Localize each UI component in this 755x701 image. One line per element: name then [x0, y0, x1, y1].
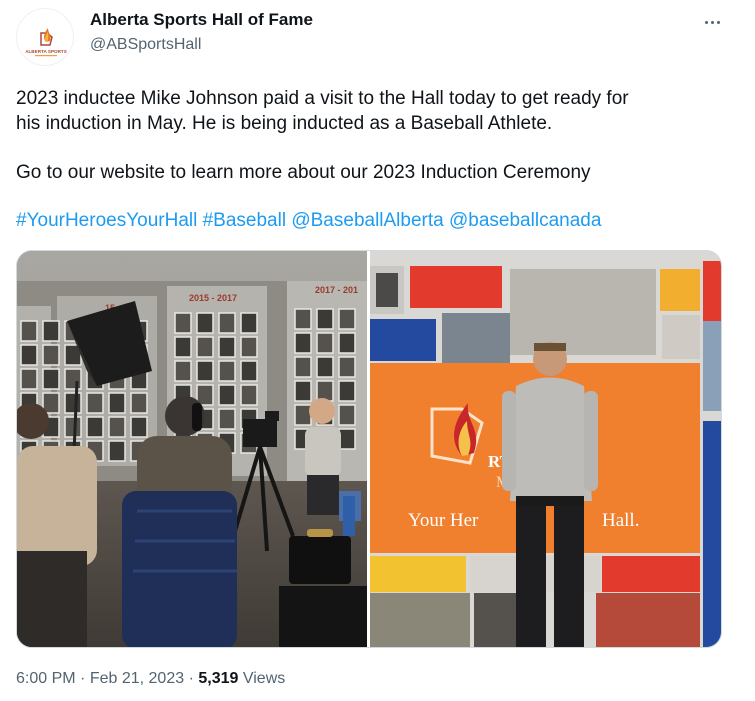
- portrait-frame: [86, 416, 104, 438]
- photo-banner[interactable]: RTS ME Your Her Hall.: [370, 251, 721, 647]
- banner-slogan: Your Her: [408, 510, 479, 531]
- portrait-frame: [240, 336, 258, 358]
- portrait-frame: [218, 312, 236, 334]
- portrait-frame: [294, 308, 312, 330]
- portrait-frame: [338, 380, 356, 402]
- mention-link[interactable]: @baseballcanada: [449, 210, 601, 231]
- portrait-frame: [20, 344, 38, 366]
- tweet-hashtags: #YourHeroesYourHall #Baseball @BaseballA…: [16, 208, 736, 233]
- views-count: 5,319: [198, 670, 239, 687]
- portrait-frame: [218, 336, 236, 358]
- portrait-frame: [316, 332, 334, 354]
- photo-interview[interactable]: 15 2015 - 2017 2017 - 201: [17, 251, 367, 647]
- portrait-frame: [218, 384, 236, 406]
- plaque-label: 2015 - 2017: [189, 293, 237, 303]
- portrait-frame: [174, 336, 192, 358]
- portrait-frame: [108, 440, 126, 462]
- banner-slogan: Hall.: [602, 510, 639, 531]
- portrait-frame: [42, 368, 60, 390]
- avatar[interactable]: ALBERTA SPORTS: [16, 8, 74, 66]
- hashtag-link[interactable]: #YourHeroesYourHall: [16, 210, 197, 231]
- portrait-frame: [130, 392, 148, 414]
- portrait-frame: [338, 308, 356, 330]
- tweet-meta: 6:00 PM · Feb 21, 2023 · 5,319 Views: [16, 670, 285, 688]
- portrait-frame: [338, 332, 356, 354]
- interview-scene-image: 15 2015 - 2017 2017 - 201: [17, 251, 367, 647]
- account-handle[interactable]: @ABSportsHall: [90, 36, 201, 54]
- portrait-frame: [108, 392, 126, 414]
- portrait-frame: [64, 392, 82, 414]
- tweet-time[interactable]: 6:00 PM: [16, 670, 76, 687]
- portrait-frame: [42, 344, 60, 366]
- portrait-frame: [338, 404, 356, 426]
- portrait-frame: [196, 360, 214, 382]
- hashtag-link[interactable]: #Baseball: [203, 210, 286, 231]
- hall-of-fame-logo-icon: ALBERTA SPORTS: [25, 28, 67, 57]
- portrait-frame: [294, 356, 312, 378]
- more-options-icon[interactable]: [700, 12, 724, 32]
- portrait-frame: [64, 368, 82, 390]
- portrait-frame: [338, 356, 356, 378]
- portrait-frame: [316, 380, 334, 402]
- tweet-card: ALBERTA SPORTS Alberta Sports Hall of Fa…: [0, 0, 755, 701]
- portrait-frame: [174, 360, 192, 382]
- portrait-frame: [20, 368, 38, 390]
- portrait-frame: [42, 320, 60, 342]
- plaque-label: 2017 - 201: [315, 285, 358, 295]
- portrait-frame: [64, 416, 82, 438]
- portrait-frame: [316, 308, 334, 330]
- portrait-frame: [240, 360, 258, 382]
- media-grid: 15 2015 - 2017 2017 - 201 Your Her Hall.: [16, 250, 722, 648]
- portrait-frame: [240, 384, 258, 406]
- portrait-frame: [20, 320, 38, 342]
- tweet-text-line: his induction in May. He is being induct…: [16, 113, 553, 134]
- portrait-frame: [130, 416, 148, 438]
- tweet-text: 2023 inductee Mike Johnson paid a visit …: [16, 86, 736, 136]
- portrait-frame: [108, 416, 126, 438]
- separator: ·: [80, 670, 90, 687]
- portrait-frame: [42, 392, 60, 414]
- portrait-frame: [294, 404, 312, 426]
- tweet-text-line: Go to our website to learn more about ou…: [16, 162, 591, 183]
- mention-link[interactable]: @BaseballAlberta: [291, 210, 443, 231]
- portrait-frame: [294, 380, 312, 402]
- portrait-frame: [218, 360, 236, 382]
- banner-scene-image: RTS ME Your Her Hall.: [370, 251, 721, 647]
- account-name[interactable]: Alberta Sports Hall of Fame: [90, 10, 313, 30]
- portrait-frame: [196, 336, 214, 358]
- separator: ·: [188, 670, 199, 687]
- portrait-frame: [240, 312, 258, 334]
- portrait-frame: [86, 392, 104, 414]
- portrait-frame: [316, 356, 334, 378]
- tweet-date[interactable]: Feb 21, 2023: [90, 670, 184, 687]
- portrait-frame: [196, 384, 214, 406]
- portrait-frame: [174, 312, 192, 334]
- portrait-frame: [196, 312, 214, 334]
- portrait-frame: [294, 332, 312, 354]
- tweet-text-line: 2023 inductee Mike Johnson paid a visit …: [16, 88, 629, 109]
- views-label: Views: [242, 670, 286, 687]
- avatar-logo-text: ALBERTA SPORTS: [25, 49, 67, 54]
- portrait-frame: [338, 428, 356, 450]
- portrait-frame: [218, 408, 236, 430]
